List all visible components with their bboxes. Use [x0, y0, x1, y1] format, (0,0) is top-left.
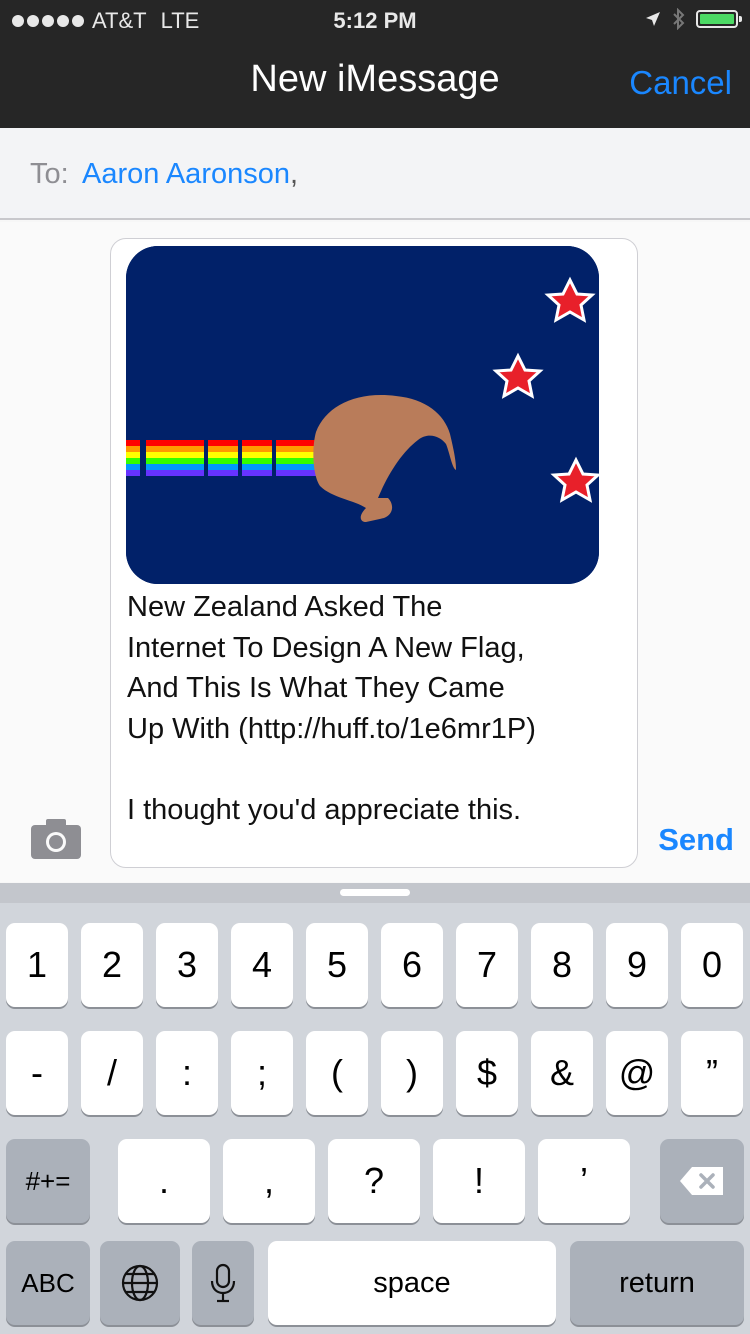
- key-slash[interactable]: /: [81, 1031, 143, 1115]
- key-7[interactable]: 7: [456, 923, 518, 1007]
- key-3[interactable]: 3: [156, 923, 218, 1007]
- key-1[interactable]: 1: [6, 923, 68, 1007]
- key-0[interactable]: 0: [681, 923, 743, 1007]
- status-bar: AT&T LTE 5:12 PM: [0, 0, 750, 40]
- kiwi-flag-image: [126, 246, 599, 584]
- microphone-icon: [210, 1263, 236, 1303]
- status-right: [644, 8, 742, 30]
- bluetooth-icon: [673, 8, 685, 30]
- delete-key[interactable]: [660, 1139, 744, 1223]
- return-key[interactable]: return: [570, 1241, 744, 1325]
- recipient-token[interactable]: Aaron Aaronson,: [82, 158, 298, 191]
- globe-key[interactable]: [100, 1241, 180, 1325]
- key-close-paren[interactable]: ): [381, 1031, 443, 1115]
- key-comma[interactable]: ,: [223, 1139, 315, 1223]
- key-8[interactable]: 8: [531, 923, 593, 1007]
- link-preview-image: [126, 246, 599, 584]
- key-period[interactable]: .: [118, 1139, 210, 1223]
- key-quote[interactable]: ”: [681, 1031, 743, 1115]
- to-field[interactable]: To: Aaron Aaronson,: [0, 128, 750, 220]
- camera-icon[interactable]: [30, 818, 82, 860]
- to-label: To:: [30, 158, 69, 190]
- key-abc[interactable]: ABC: [6, 1241, 90, 1325]
- key-more-symbols[interactable]: #+=: [6, 1139, 90, 1223]
- space-key[interactable]: space: [268, 1241, 556, 1325]
- battery-icon: [696, 10, 742, 28]
- key-exclamation[interactable]: !: [433, 1139, 525, 1223]
- key-at[interactable]: @: [606, 1031, 668, 1115]
- globe-icon: [121, 1264, 159, 1302]
- dictation-key[interactable]: [192, 1241, 254, 1325]
- keyboard-grabber[interactable]: [340, 889, 410, 896]
- cancel-button[interactable]: Cancel: [629, 64, 732, 102]
- key-hyphen[interactable]: -: [6, 1031, 68, 1115]
- key-4[interactable]: 4: [231, 923, 293, 1007]
- key-2[interactable]: 2: [81, 923, 143, 1007]
- send-button[interactable]: Send: [658, 822, 734, 858]
- key-apostrophe[interactable]: ’: [538, 1139, 630, 1223]
- top-bar: AT&T LTE 5:12 PM New iMessage Cancel: [0, 0, 750, 128]
- key-colon[interactable]: :: [156, 1031, 218, 1115]
- rainbow-trail: [126, 438, 318, 478]
- recipient-name: Aaron Aaronson: [82, 158, 290, 190]
- key-dollar[interactable]: $: [456, 1031, 518, 1115]
- imessage-compose-screen: { "status_bar": { "carrier": "AT&T", "ne…: [0, 0, 750, 1334]
- key-9[interactable]: 9: [606, 923, 668, 1007]
- message-text: New Zealand Asked The Internet To Design…: [127, 591, 536, 826]
- recipient-separator: ,: [289, 158, 299, 190]
- key-semicolon[interactable]: ;: [231, 1031, 293, 1115]
- key-5[interactable]: 5: [306, 923, 368, 1007]
- location-arrow-icon: [646, 12, 660, 26]
- key-6[interactable]: 6: [381, 923, 443, 1007]
- key-question[interactable]: ?: [328, 1139, 420, 1223]
- backspace-icon: [680, 1167, 723, 1195]
- key-open-paren[interactable]: (: [306, 1031, 368, 1115]
- status-time: 5:12 PM: [333, 8, 417, 33]
- key-ampersand[interactable]: &: [531, 1031, 593, 1115]
- keyboard: 1 2 3 4 5 6 7 8 9 0 - / : ; ( ) $ & @ ” …: [0, 883, 750, 1334]
